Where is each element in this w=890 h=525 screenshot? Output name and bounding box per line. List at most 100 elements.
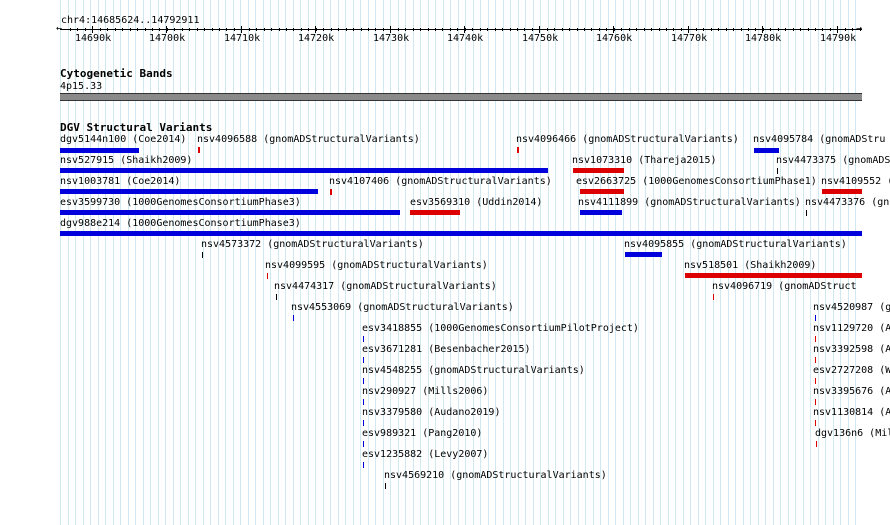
feature-label[interactable]: esv3569310 (Uddin2014) [410, 197, 542, 209]
variant-tick[interactable] [363, 441, 364, 447]
feature-label[interactable]: nsv527915 (Shaikh2009) [60, 155, 192, 167]
variant-tick[interactable] [363, 378, 364, 384]
variant-tick[interactable] [363, 336, 364, 342]
variant-tick[interactable] [363, 420, 364, 426]
cytoband-bar[interactable] [60, 93, 862, 101]
ruler-minor-tick [159, 28, 160, 31]
variant-bar[interactable] [580, 210, 622, 215]
feature-label[interactable]: esv3418855 (1000GenomesConsortiumPilotPr… [362, 323, 639, 335]
feature-label[interactable]: esv2663725 (1000GenomesConsortiumPhase1) [576, 176, 817, 188]
variant-tick[interactable] [816, 441, 817, 447]
feature-label[interactable]: nsv4096588 (gnomADStructuralVariants) [197, 134, 420, 146]
ruler-minor-tick [145, 28, 146, 31]
feature-label[interactable]: esv989321 (Pang2010) [362, 428, 482, 440]
variant-bar[interactable] [822, 189, 862, 194]
variant-tick[interactable] [202, 252, 203, 258]
variant-tick[interactable] [267, 273, 268, 279]
feature-label[interactable]: esv3671281 (Besenbacher2015) [362, 344, 531, 356]
grid-line [668, 0, 669, 525]
variant-bar[interactable] [60, 168, 548, 173]
feature-label[interactable]: nsv4553069 (gnomADStructuralVariants) [291, 302, 514, 314]
variant-tick[interactable] [713, 294, 714, 300]
variant-tick[interactable] [276, 294, 277, 300]
variant-tick[interactable] [815, 399, 816, 405]
variant-bar[interactable] [60, 148, 139, 153]
feature-label[interactable]: nsv3395676 (A [813, 386, 890, 398]
feature-label[interactable]: nsv4474317 (gnomADStructuralVariants) [274, 281, 497, 293]
variant-bar[interactable] [625, 252, 662, 257]
variant-bar[interactable] [60, 210, 400, 215]
variant-tick[interactable] [385, 483, 386, 489]
feature-label[interactable]: nsv3379580 (Audano2019) [362, 407, 500, 419]
variant-tick[interactable] [293, 315, 294, 321]
variant-tick[interactable] [517, 147, 519, 153]
feature-label[interactable]: nsv1129720 (A [813, 323, 890, 335]
grid-line [563, 0, 564, 525]
feature-label[interactable]: nsv4096719 (gnomADStruct [712, 281, 857, 293]
ruler-minor-tick [726, 28, 727, 31]
ruler-minor-tick [673, 28, 674, 31]
feature-label[interactable]: esv2727208 (W [813, 365, 890, 377]
ruler-minor-tick [681, 28, 682, 31]
variant-tick[interactable] [815, 336, 816, 342]
feature-label[interactable]: dgv988e214 (1000GenomesConsortiumPhase3) [60, 218, 301, 230]
feature-label[interactable]: nsv4095855 (gnomADStructuralVariants) [624, 239, 847, 251]
ruler-tick-label: 14700k [149, 33, 186, 44]
feature-label[interactable]: nsv4473375 (gnomADS [776, 155, 890, 167]
feature-label[interactable]: nsv4096466 (gnomADStructuralVariants) [516, 134, 739, 146]
ruler-minor-tick [212, 28, 213, 31]
feature-label[interactable]: nsv4099595 (gnomADStructuralVariants) [265, 260, 488, 272]
variant-tick[interactable] [806, 210, 807, 216]
variant-bar[interactable] [60, 189, 318, 194]
feature-label[interactable]: nsv1130814 (A [813, 407, 890, 419]
variant-tick[interactable] [363, 462, 364, 468]
feature-label[interactable]: nsv518501 (Shaikh2009) [684, 260, 816, 272]
feature-label[interactable]: nsv4548255 (gnomADStructuralVariants) [362, 365, 585, 377]
feature-label[interactable]: nsv4473376 (gn [805, 197, 889, 209]
arrow-left-icon[interactable]: ← [56, 24, 62, 34]
variant-bar[interactable] [410, 210, 460, 215]
grid-line [585, 0, 586, 525]
ruler-minor-tick [733, 28, 734, 31]
feature-label[interactable]: dgv5144n100 (Coe2014) [60, 134, 186, 146]
ruler-minor-tick [204, 28, 205, 31]
feature-label[interactable]: dgv136n6 (Mil [815, 428, 890, 440]
grid-line [593, 0, 594, 525]
ruler-minor-tick [651, 28, 652, 31]
variant-tick[interactable] [363, 399, 364, 405]
feature-label[interactable]: nsv1003781 (Coe2014) [60, 176, 180, 188]
variant-tick[interactable] [815, 378, 816, 384]
variant-bar[interactable] [685, 273, 862, 278]
variant-bar[interactable] [60, 231, 862, 236]
variant-bar[interactable] [573, 168, 624, 173]
variant-tick[interactable] [815, 357, 816, 363]
feature-label[interactable]: nsv4111899 (gnomADStructuralVariants) [578, 197, 801, 209]
variant-tick[interactable] [330, 189, 332, 195]
feature-label[interactable]: nsv3392598 (A [813, 344, 890, 356]
variant-tick[interactable] [363, 357, 364, 363]
feature-label[interactable]: nsv4095784 (gnomADStru [753, 134, 885, 146]
variant-tick[interactable] [198, 147, 200, 153]
ruler-minor-tick [293, 28, 294, 31]
feature-label[interactable]: nsv1073310 (Thareja2015) [572, 155, 717, 167]
feature-label[interactable]: nsv290927 (Mills2006) [362, 386, 488, 398]
feature-label[interactable]: nsv4109552 ( [821, 176, 890, 188]
variant-tick[interactable] [815, 315, 816, 321]
feature-label[interactable]: nsv4520987 (g [813, 302, 890, 314]
feature-label[interactable]: nsv4107406 (gnomADStructuralVariants) [329, 176, 552, 188]
feature-label[interactable]: nsv4569210 (gnomADStructuralVariants) [384, 470, 607, 482]
ruler-minor-tick [770, 28, 771, 31]
feature-label[interactable]: nsv4573372 (gnomADStructuralVariants) [201, 239, 424, 251]
ruler-minor-tick [398, 28, 399, 31]
variant-tick[interactable] [777, 168, 778, 174]
ruler-tick-label: 14780k [745, 33, 782, 44]
ruler-minor-tick [688, 28, 689, 31]
variant-tick[interactable] [815, 420, 816, 426]
grid-line [173, 0, 174, 525]
variant-bar[interactable] [580, 189, 624, 194]
feature-label[interactable]: esv3599730 (1000GenomesConsortiumPhase3) [60, 197, 301, 209]
feature-label[interactable]: esv1235882 (Levy2007) [362, 449, 488, 461]
ruler-minor-tick [286, 28, 287, 31]
grid-line [623, 0, 624, 525]
variant-bar[interactable] [754, 148, 779, 153]
